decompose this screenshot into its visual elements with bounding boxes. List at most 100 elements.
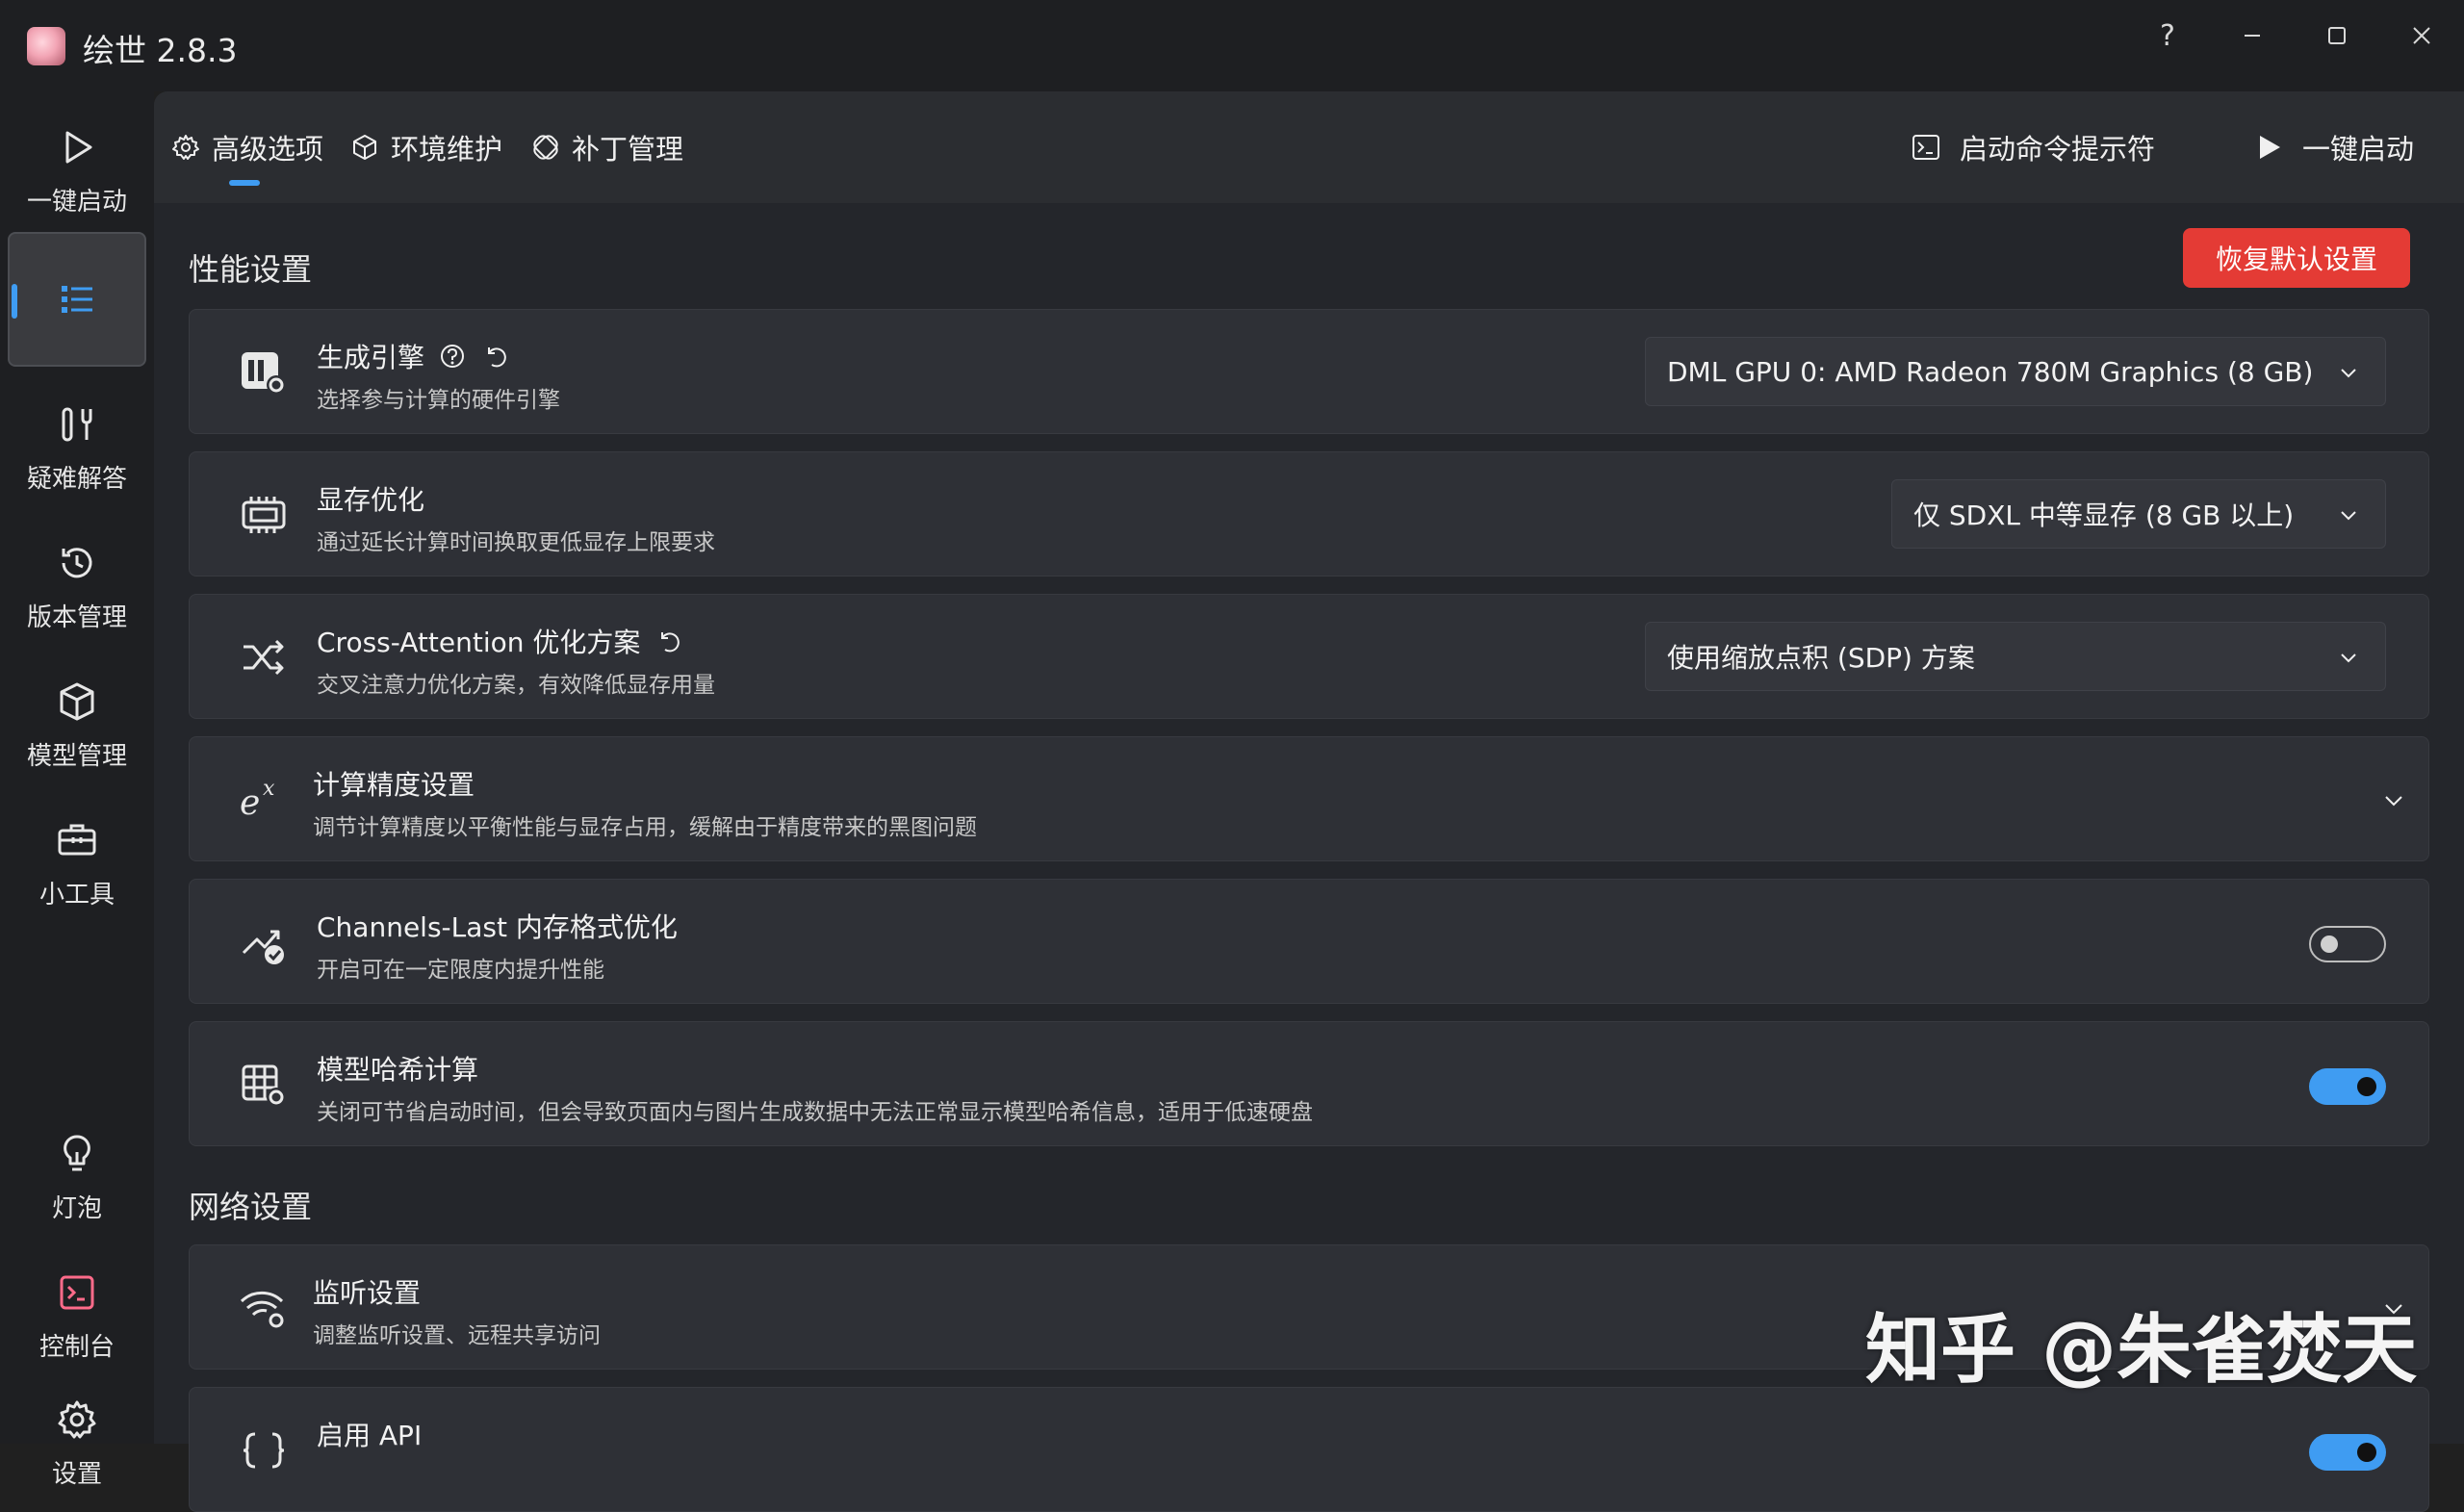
chevron-down-icon	[2341, 511, 2356, 521]
setting-title: Channels-Last 内存格式优化	[317, 911, 678, 943]
close-button[interactable]	[2393, 12, 2451, 60]
undo-icon[interactable]	[654, 627, 682, 655]
setting-title: Cross-Attention 优化方案	[317, 622, 682, 660]
nav-item-advanced[interactable]	[8, 232, 146, 367]
setting-title: 显存优化	[317, 484, 425, 516]
help-button[interactable]: ?	[2139, 12, 2196, 60]
setting-subtitle: 交叉注意力优化方案，有效降低显存用量	[317, 673, 715, 698]
setting-title: 监听设置	[313, 1277, 422, 1309]
history-icon	[62, 547, 92, 577]
tab-label: 补丁管理	[572, 133, 684, 166]
close-icon	[2413, 27, 2430, 44]
nav-item-lightbulb[interactable]: 灯泡	[8, 1110, 146, 1244]
setting-title: 模型哈希计算	[317, 1054, 479, 1086]
engine-select[interactable]: DML GPU 0: AMD Radeon 780M Graphics (8 G…	[1645, 337, 2386, 406]
shuffle-icon	[244, 639, 284, 676]
chevron-down-icon	[2341, 369, 2356, 378]
trend-check-icon	[242, 930, 284, 964]
reset-defaults-button[interactable]: 恢复默认设置	[2183, 228, 2410, 288]
window-title: 绘世 2.8.3	[83, 32, 238, 69]
chevron-down-icon	[2341, 653, 2356, 663]
minimize-icon	[2245, 35, 2260, 37]
launch-button[interactable]: 一键启动	[2252, 126, 2414, 168]
nav-item-versions[interactable]: 版本管理	[8, 519, 146, 653]
open-console-button[interactable]: 启动命令提示符	[1910, 126, 2155, 168]
setting-card-precision[interactable]: e x 计算精度设置 调节计算精度以平衡性能与显存占用，缓解由于精度带来的黑图问…	[189, 736, 2429, 861]
api-braces-icon	[243, 1432, 285, 1469]
help-circle-icon[interactable]	[438, 342, 467, 371]
console-icon	[60, 1275, 94, 1309]
wifi-gear-icon	[240, 1291, 286, 1330]
terminal-icon	[1912, 135, 1939, 160]
cross-attention-select[interactable]: 使用缩放点积 (SDP) 方案	[1645, 622, 2386, 691]
nav-item-console[interactable]: 控制台	[8, 1248, 146, 1383]
tab-label: 高级选项	[212, 133, 324, 166]
svg-text:x: x	[263, 777, 275, 801]
table-gear-icon	[242, 1064, 286, 1107]
open-console-label: 启动命令提示符	[1960, 133, 2156, 166]
setting-card-model-hash: 模型哈希计算 关闭可节省启动时间，但会导致页面内与图片生成数据中无法正常显示模型…	[189, 1021, 2429, 1146]
toolbox-icon	[58, 824, 96, 855]
setting-subtitle: 关闭可节省启动时间，但会导致页面内与图片生成数据中无法正常显示模型哈希信息，适用…	[317, 1100, 1313, 1125]
svg-text:e: e	[240, 783, 260, 823]
list-icon	[62, 286, 92, 313]
nav-item-label: 设置	[51, 1459, 102, 1489]
nav-item-troubleshoot[interactable]: 疑难解答	[8, 380, 146, 515]
setting-subtitle: 调节计算精度以平衡性能与显存占用，缓解由于精度带来的黑图问题	[313, 815, 977, 840]
maximize-button[interactable]	[2308, 12, 2366, 60]
chevron-down-icon[interactable]	[2380, 787, 2407, 814]
nav-item-label: 控制台	[38, 1332, 115, 1362]
tools-icon	[62, 407, 92, 441]
maximize-icon	[2328, 27, 2346, 44]
nav-rail: 一键启动 疑难解答 版本管理 模型管理 小工具 灯泡 控制台 设置	[0, 91, 154, 1489]
main-content: 高级选项 环境维护 补丁管理 启动命令提示符 一键启动 性能设置 恢复默认设置 …	[154, 91, 2464, 1512]
setting-subtitle: 选择参与计算的硬件引擎	[317, 388, 560, 413]
cube-small-icon	[353, 135, 376, 160]
setting-subtitle: 通过延长计算时间换取更低显存上限要求	[317, 530, 715, 555]
tab-advanced[interactable]: 高级选项	[171, 128, 323, 167]
lightbulb-icon	[64, 1134, 90, 1170]
undo-icon[interactable]	[480, 342, 509, 371]
nav-item-tools[interactable]: 小工具	[8, 796, 146, 931]
setting-card-engine: 生成引擎 选择参与计算的硬件引擎 DML GPU 0: AMD Radeon 7…	[189, 309, 2429, 434]
nav-item-label: 一键启动	[26, 187, 127, 217]
title-bar: 绘世 2.8.3 ?	[0, 0, 2464, 91]
toggle-knob	[2357, 1077, 2376, 1096]
setting-card-api: 启用 API	[189, 1387, 2429, 1512]
nav-item-label: 灯泡	[51, 1193, 102, 1223]
watermark: 知乎 @朱雀焚天	[1865, 1307, 2418, 1394]
nav-item-launch[interactable]: 一键启动	[8, 103, 146, 238]
model-hash-toggle[interactable]	[2309, 1068, 2386, 1105]
nav-item-models[interactable]: 模型管理	[8, 657, 146, 792]
active-tab-indicator	[229, 180, 260, 186]
setting-title: 计算精度设置	[313, 769, 475, 801]
setting-card-channels-last: Channels-Last 内存格式优化 开启可在一定限度内提升性能	[189, 879, 2429, 1004]
app-window: 绘世 2.8.3 ? 一键启动 疑难解答 版本管理 模型管理 小工具 灯泡 控制…	[0, 0, 2464, 1512]
tab-label: 环境维护	[391, 133, 503, 166]
nav-item-label: 疑难解答	[26, 464, 127, 494]
toggle-knob	[2357, 1443, 2376, 1462]
toggle-knob	[2321, 935, 2338, 953]
play-icon	[65, 131, 92, 163]
exponent-icon: e x	[240, 777, 275, 823]
gear-icon	[58, 1400, 96, 1438]
network-section-title: 网络设置	[189, 1189, 313, 1225]
setting-title: 启用 API	[317, 1420, 423, 1451]
setting-card-cross-attention: Cross-Attention 优化方案 交叉注意力优化方案，有效降低显存用量 …	[189, 594, 2429, 719]
setting-card-vram: 显存优化 通过延长计算时间换取更低显存上限要求 仅 SDXL 中等显存 (8 G…	[189, 451, 2429, 577]
vram-select[interactable]: 仅 SDXL 中等显存 (8 GB 以上)	[1891, 479, 2386, 549]
app-logo-icon	[27, 27, 65, 65]
gpu-engine-icon	[242, 352, 286, 395]
setting-title: 生成引擎	[317, 337, 509, 375]
channels-last-toggle[interactable]	[2309, 926, 2386, 962]
minimize-button[interactable]	[2223, 12, 2281, 60]
setting-subtitle: 开启可在一定限度内提升性能	[317, 958, 604, 983]
toolbar: 高级选项 环境维护 补丁管理 启动命令提示符 一键启动	[154, 91, 2464, 203]
tab-patches[interactable]: 补丁管理	[531, 128, 683, 167]
api-toggle[interactable]	[2309, 1434, 2386, 1471]
nav-item-label: 模型管理	[26, 741, 127, 771]
launch-label: 一键启动	[2302, 133, 2415, 166]
nav-item-settings[interactable]: 设置	[8, 1375, 146, 1510]
tab-environment[interactable]: 环境维护	[350, 128, 502, 167]
nav-item-label: 版本管理	[26, 602, 127, 632]
